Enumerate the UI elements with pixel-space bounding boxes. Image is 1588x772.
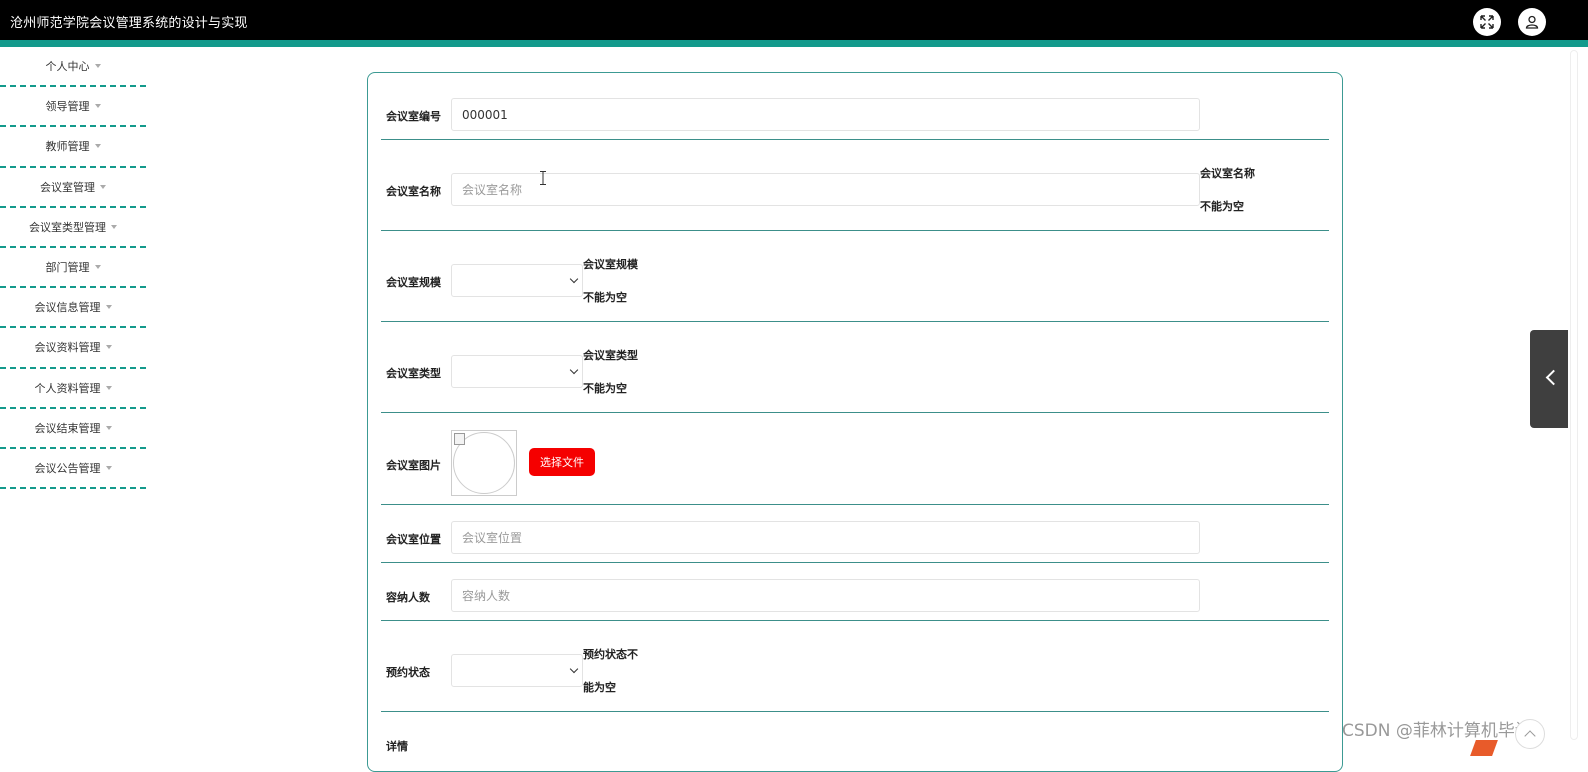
choose-file-button[interactable]: 选择文件 xyxy=(529,448,595,476)
room-location-input[interactable]: 会议室位置 xyxy=(451,521,1200,554)
sidebar: 个人中心 领导管理 教师管理 会议室管理 会议室类型管理 部门管理 会议信息管理… xyxy=(0,47,146,490)
sidebar-item-room-management[interactable]: 会议室管理 xyxy=(0,168,146,208)
sidebar-item-label: 个人中心 xyxy=(45,60,90,74)
room-image-preview xyxy=(451,430,517,496)
booking-status-label: 预约状态 xyxy=(386,666,430,679)
sidebar-item-meeting-material-management[interactable]: 会议资料管理 xyxy=(0,328,146,369)
form-row-room-scale: 会议室规模 会议室规模 不能为空 xyxy=(381,231,1329,322)
room-image-label: 会议室图片 xyxy=(386,459,441,472)
sidebar-item-department-management[interactable]: 部门管理 xyxy=(0,248,146,289)
sidebar-item-meeting-notice-management[interactable]: 会议公告管理 xyxy=(0,449,146,490)
form-row-capacity: 容纳人数 容纳人数 xyxy=(381,563,1329,621)
sidebar-item-meeting-end-management[interactable]: 会议结束管理 xyxy=(0,409,146,449)
caret-down-icon xyxy=(100,184,106,189)
back-to-top-button[interactable] xyxy=(1515,719,1545,749)
booking-status-select[interactable] xyxy=(451,654,583,687)
room-no-label: 会议室编号 xyxy=(386,110,441,123)
sidebar-item-label: 会议室类型管理 xyxy=(29,220,106,234)
form-row-room-location: 会议室位置 会议室位置 xyxy=(381,505,1329,563)
form-row-room-type: 会议室类型 会议室类型 不能为空 xyxy=(381,322,1329,413)
sidebar-item-personal-profile-management[interactable]: 个人资料管理 xyxy=(0,369,146,409)
caret-down-icon xyxy=(94,64,101,69)
room-type-error: 会议室类型 不能为空 xyxy=(583,349,638,395)
sidebar-item-label: 会议信息管理 xyxy=(34,301,101,315)
caret-down-icon xyxy=(105,305,112,310)
form-row-room-image: 会议室图片 选择文件 xyxy=(381,413,1329,505)
watermark-text: CSDN @菲林计算机毕设 xyxy=(1342,721,1532,741)
room-name-error: 会议室名称 不能为空 xyxy=(1200,167,1255,213)
sidebar-item-label: 会议公告管理 xyxy=(34,461,101,475)
chevron-down-icon xyxy=(569,365,579,375)
sidebar-item-label: 会议结束管理 xyxy=(34,421,101,435)
form-row-room-name: 会议室名称 会议室名称 会议室名称 不能为空 xyxy=(381,140,1329,231)
sidebar-item-personal-center[interactable]: 个人中心 xyxy=(0,47,146,88)
sidebar-item-room-type-management[interactable]: 会议室类型管理 xyxy=(0,208,146,248)
sidebar-item-label: 教师管理 xyxy=(45,140,90,154)
form-row-details: 详情 xyxy=(381,712,1329,753)
caret-down-icon xyxy=(105,425,112,430)
caret-down-icon xyxy=(111,224,117,229)
room-scale-select[interactable] xyxy=(451,264,583,297)
top-bar: 沧州师范学院会议管理系统的设计与实现 xyxy=(0,0,1588,47)
room-no-input[interactable]: 000001 xyxy=(451,98,1200,131)
chevron-down-icon xyxy=(569,664,579,674)
booking-status-error: 预约状态不 能为空 xyxy=(583,648,638,694)
sidebar-item-teacher-management[interactable]: 教师管理 xyxy=(0,127,146,168)
caret-down-icon xyxy=(105,385,112,390)
room-scale-error: 会议室规模 不能为空 xyxy=(583,258,638,304)
sidebar-item-label: 领导管理 xyxy=(45,100,90,114)
chevron-up-icon xyxy=(1524,730,1536,742)
caret-down-icon xyxy=(105,345,112,350)
expand-arrows-icon xyxy=(1480,15,1494,29)
sidebar-item-label: 个人资料管理 xyxy=(34,381,101,395)
room-scale-label: 会议室规模 xyxy=(386,276,441,289)
room-name-label: 会议室名称 xyxy=(386,185,441,198)
chevron-left-icon xyxy=(1545,369,1562,386)
app-title: 沧州师范学院会议管理系统的设计与实现 xyxy=(10,16,248,31)
fullscreen-button[interactable] xyxy=(1473,8,1501,36)
text-cursor-icon xyxy=(540,171,546,185)
room-edit-form: 会议室编号 000001 会议室名称 会议室名称 会议室名称 不能为空 会议室规… xyxy=(367,72,1343,772)
sidebar-item-meeting-info-management[interactable]: 会议信息管理 xyxy=(0,288,146,329)
form-row-room-no: 会议室编号 000001 xyxy=(381,73,1329,140)
form-row-booking-status: 预约状态 预约状态不 能为空 xyxy=(381,621,1329,712)
broken-image-icon xyxy=(454,433,465,445)
header-accent-bar xyxy=(0,40,1588,47)
user-button[interactable] xyxy=(1518,8,1546,36)
sidebar-item-leader-management[interactable]: 领导管理 xyxy=(0,87,146,128)
chevron-down-icon xyxy=(569,274,579,284)
capacity-label: 容纳人数 xyxy=(386,591,430,604)
caret-down-icon xyxy=(105,465,112,470)
room-location-label: 会议室位置 xyxy=(386,533,441,546)
sidebar-item-label: 部门管理 xyxy=(45,261,90,275)
caret-down-icon xyxy=(94,265,101,270)
room-type-select[interactable] xyxy=(451,355,583,388)
user-icon xyxy=(1525,15,1539,29)
sidebar-item-label: 会议资料管理 xyxy=(34,341,101,355)
sidebar-item-label: 会议室管理 xyxy=(40,180,95,194)
room-type-label: 会议室类型 xyxy=(386,367,441,380)
collapse-panel-tab[interactable] xyxy=(1530,330,1568,428)
details-label: 详情 xyxy=(386,740,408,753)
scrollbar-thumb[interactable] xyxy=(1570,50,1578,740)
room-name-input[interactable]: 会议室名称 xyxy=(451,173,1200,206)
caret-down-icon xyxy=(94,104,101,109)
capacity-input[interactable]: 容纳人数 xyxy=(451,579,1200,612)
caret-down-icon xyxy=(94,144,101,149)
corner-badge xyxy=(1470,740,1498,756)
